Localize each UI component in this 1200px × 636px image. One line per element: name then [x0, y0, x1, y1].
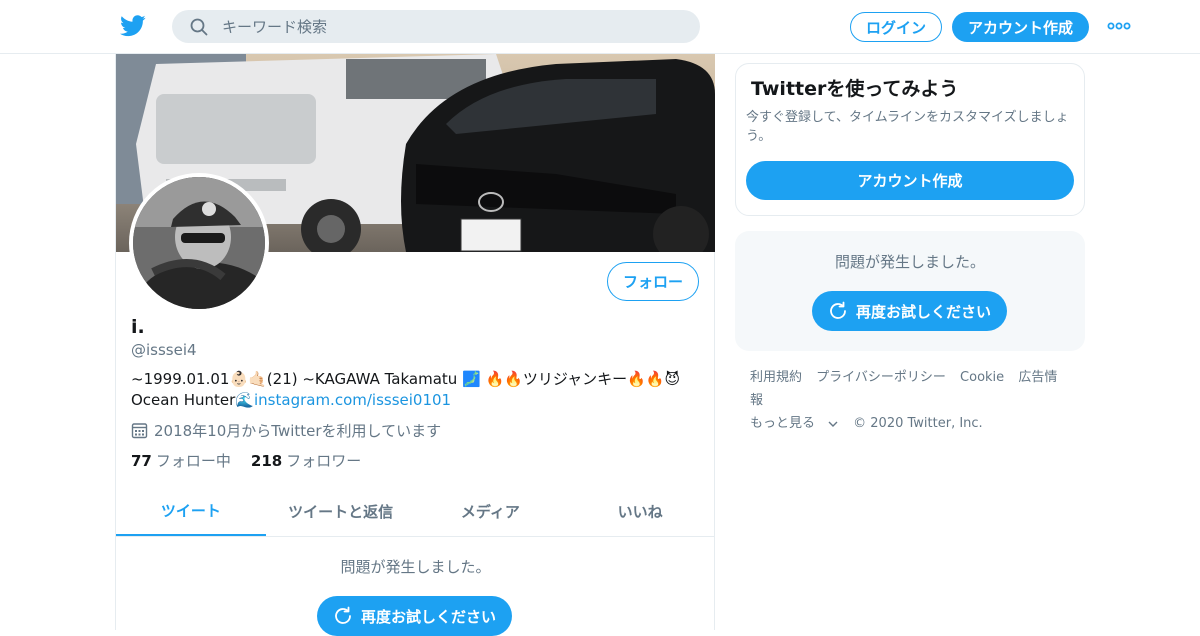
following-label: フォロー中	[155, 452, 231, 470]
footer-more-label: もっと見る	[750, 416, 816, 431]
follow-button[interactable]: フォロー	[607, 262, 699, 301]
tab-likes[interactable]: いいね	[565, 487, 715, 536]
profile-avatar[interactable]	[129, 173, 269, 313]
bio-line-1: ~1999.01.01👶🏻🤙🏻(21) ~KAGAWA Takamatu 🗾 🔥…	[131, 370, 681, 388]
chevron-down-icon	[828, 421, 838, 427]
more-dots-icon[interactable]	[1107, 18, 1131, 34]
profile-bio: ~1999.01.01👶🏻🤙🏻(21) ~KAGAWA Takamatu 🗾 🔥…	[131, 369, 691, 411]
refresh-icon	[335, 606, 351, 624]
calendar-icon	[131, 423, 148, 439]
footer-second-row: もっと見る © 2020 Twitter, Inc.	[750, 412, 1080, 435]
tab-media[interactable]: メディア	[416, 487, 566, 536]
followers-count: 218	[250, 452, 283, 470]
sidebar-retry-button[interactable]: 再度お試しください	[812, 291, 1008, 331]
bio-link[interactable]: instagram.com/isssei0101	[254, 391, 451, 409]
login-button[interactable]: ログイン	[850, 12, 942, 42]
followers-stat[interactable]: 218 フォロワー	[251, 450, 361, 471]
footer-link-cookie[interactable]: Cookie	[960, 370, 1004, 385]
timeline-retry-button[interactable]: 再度お試しください	[317, 596, 513, 636]
signup-card-button[interactable]: アカウント作成	[746, 161, 1074, 200]
tab-tweets[interactable]: ツイート	[116, 487, 266, 536]
joined-text: 2018年10月からTwitterを利用しています	[154, 422, 442, 440]
signup-button[interactable]: アカウント作成	[952, 12, 1089, 42]
profile-name: i.	[131, 316, 145, 338]
retry-label: 再度お試しください	[856, 302, 992, 321]
top-bar: ログイン アカウント作成	[0, 0, 1200, 54]
search-input[interactable]	[222, 17, 662, 36]
footer-link-terms[interactable]: 利用規約	[750, 370, 802, 385]
profile-tabs: ツイート ツイートと返信 メディア いいね	[116, 487, 715, 537]
following-stat[interactable]: 77 フォロー中	[131, 450, 231, 471]
footer-links-row: 利用規約 プライバシーポリシー Cookie 広告情報	[750, 366, 1080, 412]
search-bar[interactable]	[172, 10, 700, 43]
refresh-icon	[830, 301, 846, 319]
footer-copyright: © 2020 Twitter, Inc.	[853, 416, 983, 431]
signup-card: Twitterを使ってみよう 今すぐ登録して、タイムラインをカスタマイズしましょ…	[735, 63, 1085, 216]
tab-tweets-and-replies[interactable]: ツイートと返信	[266, 487, 416, 536]
sidebar-error-box: 問題が発生しました。 再度お試しください	[735, 231, 1085, 351]
followers-label: フォロワー	[286, 452, 362, 470]
timeline-error-message: 問題が発生しました。	[340, 558, 491, 576]
bio-line-2: Ocean Hunter🌊instagram.com/isssei0101	[131, 390, 691, 411]
joined-date: 2018年10月からTwitterを利用しています	[131, 420, 441, 441]
follow-stats: 77 フォロー中 218 フォロワー	[131, 450, 381, 471]
footer-more-link[interactable]: もっと見る	[750, 416, 839, 431]
footer-link-privacy[interactable]: プライバシーポリシー	[816, 370, 946, 385]
profile-column: フォロー i. @isssei4 ~1999.01.01👶🏻🤙🏻(21) ~KA…	[115, 54, 715, 636]
following-count: 77	[131, 452, 152, 470]
signup-card-text: 今すぐ登録して、タイムラインをカスタマイズしましょう。	[746, 110, 1069, 144]
twitter-bird-icon[interactable]	[120, 14, 146, 38]
bio-text: Ocean Hunter🌊	[131, 391, 254, 409]
sidebar-footer: 利用規約 プライバシーポリシー Cookie 広告情報 もっと見る © 2020…	[750, 366, 1080, 435]
search-icon	[190, 18, 208, 35]
signup-card-title: Twitterを使ってみよう	[751, 78, 959, 100]
profile-handle[interactable]: @isssei4	[131, 341, 197, 359]
retry-label: 再度お試しください	[361, 607, 497, 626]
sidebar-error-message: 問題が発生しました。	[834, 253, 985, 271]
